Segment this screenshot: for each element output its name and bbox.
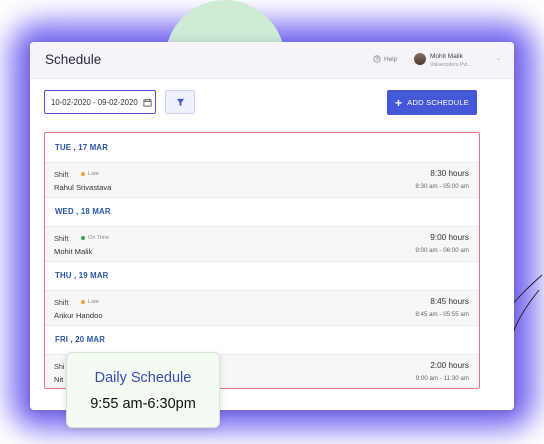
day-heading: FRI , 20 MAR	[55, 335, 106, 344]
shift-hours: 9:00 hours	[430, 233, 469, 242]
tooltip-time: 9:55 am-6:30pm	[90, 396, 196, 412]
page-title: Schedule	[45, 52, 102, 67]
user-name[interactable]: Mohit Malik	[430, 53, 463, 60]
shift-label: Shift	[54, 234, 69, 243]
filter-icon	[176, 98, 184, 106]
shift-time-range: 9:00 am - 11:30 am	[415, 375, 469, 382]
tooltip-title: Daily Schedule	[94, 370, 192, 386]
shift-time-range: 8:30 am - 05:00 am	[415, 183, 469, 190]
day-group: TUE , 17 MAR Shift Late Rahul Srivastava…	[45, 133, 479, 198]
user-org: Valuecoders Pvt...	[430, 62, 472, 68]
shift-time-range: 9:00 am - 06:00 am	[415, 247, 469, 254]
shift-label: Shift	[54, 170, 69, 179]
date-range-value: 10-02-2020 - 09-02-2020	[51, 97, 138, 107]
help-link[interactable]: Help	[373, 55, 397, 63]
day-heading: TUE , 17 MAR	[55, 143, 109, 152]
employee-name: Ankur Handoo	[54, 311, 103, 320]
shift-label: Shi	[54, 362, 65, 371]
avatar[interactable]	[414, 53, 426, 65]
status-text: Late	[88, 299, 99, 305]
employee-name: Nit	[54, 375, 64, 384]
day-heading: THU , 19 MAR	[55, 271, 109, 280]
day-heading: WED , 18 MAR	[55, 207, 111, 216]
chevron-down-icon[interactable]: ⌄	[496, 55, 501, 62]
date-range-picker[interactable]: 10-02-2020 - 09-02-2020	[44, 90, 156, 114]
employee-name: Rahul Srivastava	[54, 183, 112, 192]
shift-row[interactable]: Shift Late Rahul Srivastava 8:30 hours 8…	[45, 162, 479, 198]
top-bar: Schedule Help Mohit Malik Valuecoders Pv…	[30, 42, 514, 79]
status-dot	[81, 300, 85, 304]
shift-hours: 8:45 hours	[430, 297, 469, 306]
add-schedule-button[interactable]: + ADD SCHEDULE	[387, 90, 477, 115]
status-text: On Time	[88, 235, 110, 241]
shift-label: Shift	[54, 298, 69, 307]
status-text: Late	[88, 171, 99, 177]
shift-time-range: 8:45 am - 05:55 am	[415, 311, 469, 318]
shift-hours: 2:00 hours	[430, 361, 469, 370]
shift-hours: 8:30 hours	[430, 169, 469, 178]
filter-button[interactable]	[165, 90, 195, 114]
plus-icon: +	[394, 95, 403, 110]
add-schedule-label: ADD SCHEDULE	[407, 98, 470, 107]
day-group: WED , 18 MAR Shift On Time Mohit Malik 9…	[45, 197, 479, 262]
shift-row[interactable]: Shift Late Ankur Handoo 8:45 hours 8:45 …	[45, 290, 479, 326]
calendar-icon	[143, 98, 152, 107]
help-label: Help	[384, 55, 398, 63]
day-group: THU , 19 MAR Shift Late Ankur Handoo 8:4…	[45, 261, 479, 326]
status-badge: Late	[81, 171, 99, 177]
daily-schedule-tooltip: Daily Schedule 9:55 am-6:30pm	[66, 352, 220, 428]
schedule-list: TUE , 17 MAR Shift Late Rahul Srivastava…	[44, 132, 480, 389]
status-badge: Late	[81, 299, 99, 305]
status-dot	[81, 236, 85, 240]
status-badge: On Time	[81, 235, 109, 241]
shift-row[interactable]: Shift On Time Mohit Malik 9:00 hours 9:0…	[45, 226, 479, 262]
status-dot	[81, 172, 85, 176]
employee-name: Mohit Malik	[54, 247, 93, 256]
help-icon	[373, 55, 381, 63]
